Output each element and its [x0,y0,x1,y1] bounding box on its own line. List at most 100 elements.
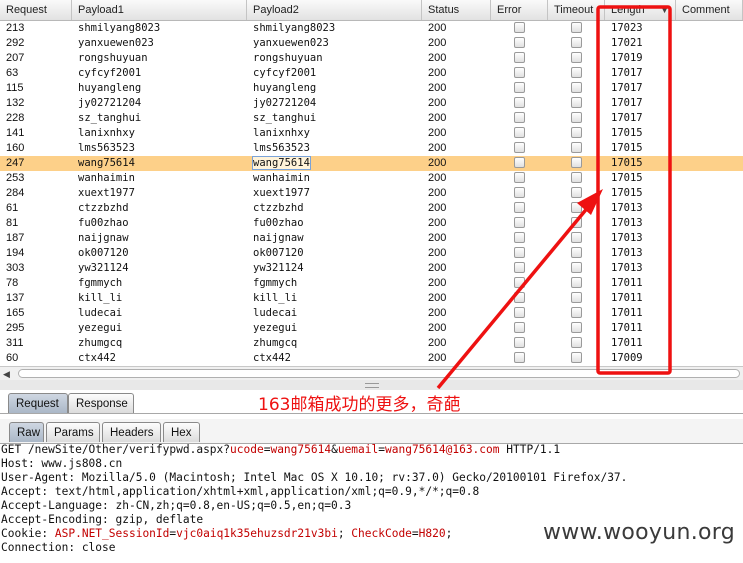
error-checkbox[interactable] [514,276,525,288]
scrollbar-thumb[interactable] [18,369,740,378]
cell-payload1: wang75614 [72,156,247,171]
timeout-checkbox[interactable] [571,201,582,213]
table-header: Request Payload1 Payload2 Status Error Timeou… [0,0,743,21]
timeout-checkbox[interactable] [571,141,582,153]
table-row[interactable]: 213 shmilyang8023 shmilyang8023 200 17023 [0,21,743,36]
timeout-checkbox[interactable] [571,51,582,63]
table-row[interactable]: 295 yezegui yezegui 200 17011 [0,321,743,336]
table-row[interactable]: 284 xuext1977 xuext1977 200 17015 [0,186,743,201]
table-row[interactable]: 187 naijgnaw naijgnaw 200 17013 [0,231,743,246]
timeout-checkbox[interactable] [571,126,582,138]
table-row[interactable]: 311 zhumgcq zhumgcq 200 17011 [0,336,743,351]
timeout-checkbox[interactable] [571,246,582,258]
timeout-checkbox[interactable] [571,96,582,108]
error-checkbox[interactable] [514,351,525,363]
error-checkbox[interactable] [514,186,525,198]
request-value: 311 [6,337,24,349]
error-checkbox[interactable] [514,231,525,243]
tab-response[interactable]: Response [68,393,134,413]
horizontal-scrollbar[interactable]: ◀ [0,366,743,381]
error-checkbox[interactable] [514,261,525,273]
timeout-checkbox[interactable] [571,261,582,273]
table-row[interactable]: 115 huyangleng huyangleng 200 17017 [0,81,743,96]
timeout-checkbox[interactable] [571,306,582,318]
timeout-checkbox[interactable] [571,291,582,303]
column-header-payload2[interactable]: Payload2 [247,0,422,20]
error-checkbox[interactable] [514,216,525,228]
view-tab-raw[interactable]: Raw [9,422,44,442]
error-checkbox[interactable] [514,141,525,153]
timeout-checkbox[interactable] [571,81,582,93]
column-header-status[interactable]: Status [422,0,491,20]
table-row[interactable]: 228 sz_tanghui sz_tanghui 200 17017 [0,111,743,126]
splitter-grip-icon[interactable] [365,383,379,388]
table-row[interactable]: 253 wanhaimin wanhaimin 200 17015 [0,171,743,186]
table-row[interactable]: 63 cyfcyf2001 cyfcyf2001 200 17017 [0,66,743,81]
error-checkbox[interactable] [514,66,525,78]
timeout-checkbox[interactable] [571,66,582,78]
view-tab-headers[interactable]: Headers [102,422,161,442]
error-checkbox[interactable] [514,306,525,318]
timeout-checkbox[interactable] [571,186,582,198]
payload1-value: fgmmych [78,277,123,289]
table-row[interactable]: 78 fgmmych fgmmych 200 17011 [0,276,743,291]
table-row[interactable]: 194 ok007120 ok007120 200 17013 [0,246,743,261]
table-row[interactable]: 141 lanixnhxy lanixnhxy 200 17015 [0,126,743,141]
timeout-checkbox[interactable] [571,276,582,288]
error-checkbox[interactable] [514,126,525,138]
timeout-checkbox[interactable] [571,321,582,333]
timeout-checkbox[interactable] [571,351,582,363]
timeout-checkbox[interactable] [571,111,582,123]
table-row[interactable]: 165 ludecai ludecai 200 17011 [0,306,743,321]
error-checkbox[interactable] [514,81,525,93]
view-tab-params[interactable]: Params [46,422,100,442]
status-value: 200 [428,22,447,34]
table-row[interactable]: 60 ctx442 ctx442 200 17009 [0,351,743,366]
error-checkbox[interactable] [514,201,525,213]
table-row[interactable]: 132 jy02721204 jy02721204 200 17017 [0,96,743,111]
table-row[interactable]: 207 rongshuyuan rongshuyuan 200 17019 [0,51,743,66]
cell-length: 17017 [605,96,676,111]
tab-request[interactable]: Request [8,393,68,413]
cell-status: 200 [422,351,491,366]
table-row[interactable]: 160 lms563523 lms563523 200 17015 [0,141,743,156]
timeout-checkbox[interactable] [571,156,582,168]
cell-error [491,51,548,66]
column-header-request[interactable]: Request [0,0,72,20]
error-checkbox[interactable] [514,171,525,183]
table-row[interactable]: 81 fu00zhao fu00zhao 200 17013 [0,216,743,231]
timeout-checkbox[interactable] [571,171,582,183]
table-row[interactable]: 292 yanxuewen023 yanxuewen023 200 17021 [0,36,743,51]
cell-length: 17011 [605,306,676,321]
view-tab-hex[interactable]: Hex [163,422,200,442]
timeout-checkbox[interactable] [571,21,582,33]
error-checkbox[interactable] [514,51,525,63]
error-checkbox[interactable] [514,21,525,33]
table-row[interactable]: 247 wang75614 wang75614 200 17015 [0,156,743,171]
timeout-checkbox[interactable] [571,336,582,348]
timeout-checkbox[interactable] [571,231,582,243]
length-value: 17017 [611,82,643,94]
error-checkbox[interactable] [514,36,525,48]
column-header-payload1[interactable]: Payload1 [72,0,247,20]
table-row[interactable]: 137 kill_li kill_li 200 17011 [0,291,743,306]
error-checkbox[interactable] [514,336,525,348]
error-checkbox[interactable] [514,321,525,333]
raw-request-editor[interactable]: GET /newSite/Other/verifypwd.aspx?ucode=… [0,443,743,563]
column-header-timeout[interactable]: Timeout [548,0,605,20]
error-checkbox[interactable] [514,111,525,123]
scroll-left-icon[interactable]: ◀ [3,367,10,381]
cell-status: 200 [422,336,491,351]
error-checkbox[interactable] [514,156,525,168]
table-row[interactable]: 61 ctzzbzhd ctzzbzhd 200 17013 [0,201,743,216]
timeout-checkbox[interactable] [571,216,582,228]
column-header-comment[interactable]: Comment [676,0,743,20]
table-row[interactable]: 303 yw321124 yw321124 200 17013 [0,261,743,276]
error-checkbox[interactable] [514,246,525,258]
column-header-length[interactable]: Length ▼ [605,0,676,20]
column-header-error[interactable]: Error [491,0,548,20]
error-checkbox[interactable] [514,291,525,303]
timeout-checkbox[interactable] [571,36,582,48]
error-checkbox[interactable] [514,96,525,108]
pane-splitter[interactable] [0,380,743,390]
